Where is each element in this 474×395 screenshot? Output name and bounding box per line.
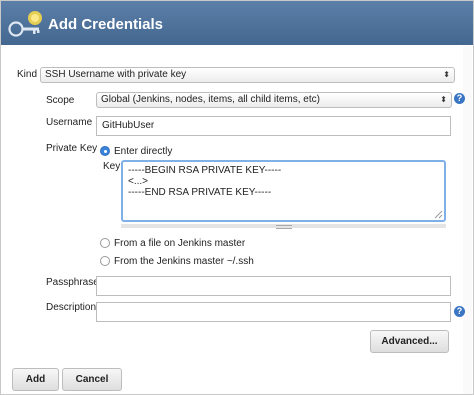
- description-help-icon[interactable]: ?: [454, 306, 465, 317]
- key-line: <...>: [128, 176, 149, 187]
- scope-select[interactable]: Global (Jenkins, nodes, items, all child…: [96, 92, 452, 108]
- from-ssh-label[interactable]: From the Jenkins master ~/.ssh: [114, 256, 254, 267]
- dialog-header: Add Credentials: [1, 1, 473, 45]
- scope-select-value: Global (Jenkins, nodes, items, all child…: [101, 94, 320, 105]
- enter-directly-label[interactable]: Enter directly: [114, 146, 172, 157]
- kind-select[interactable]: SSH Username with private key ⬍: [40, 67, 455, 83]
- key-line: -----BEGIN RSA PRIVATE KEY-----: [128, 165, 282, 176]
- advanced-button[interactable]: Advanced...: [370, 330, 449, 353]
- passphrase-input[interactable]: [96, 276, 451, 296]
- select-arrows-icon: ⬍: [443, 70, 450, 79]
- drag-handle-icon: [276, 225, 292, 229]
- scope-label: Scope: [46, 95, 75, 106]
- username-input[interactable]: GitHubUser: [96, 116, 451, 136]
- add-button[interactable]: Add: [12, 368, 59, 391]
- passphrase-label: Passphrase: [46, 277, 99, 288]
- username-label: Username: [46, 117, 93, 128]
- enter-directly-radio[interactable]: [100, 146, 110, 156]
- kind-select-value: SSH Username with private key: [45, 69, 187, 80]
- from-file-radio[interactable]: [100, 238, 110, 248]
- description-input[interactable]: [96, 302, 451, 322]
- key-line: -----END RSA PRIVATE KEY-----: [128, 187, 272, 198]
- cancel-button[interactable]: Cancel: [62, 368, 122, 391]
- scope-help-icon[interactable]: ?: [454, 93, 465, 104]
- from-ssh-radio[interactable]: [100, 256, 110, 266]
- from-file-label[interactable]: From a file on Jenkins master: [114, 238, 245, 249]
- select-arrows-icon: ⬍: [440, 95, 447, 104]
- private-key-label: Private Key: [46, 143, 98, 154]
- kind-label: Kind: [17, 69, 38, 80]
- private-key-textarea[interactable]: -----BEGIN RSA PRIVATE KEY----- <...> --…: [121, 160, 446, 222]
- jenkins-key-logo-icon: [8, 11, 42, 37]
- resize-grip-icon[interactable]: [433, 209, 443, 219]
- description-label: Description: [46, 302, 97, 313]
- key-label: Key: [103, 161, 121, 172]
- dialog-title: Add Credentials: [48, 16, 164, 33]
